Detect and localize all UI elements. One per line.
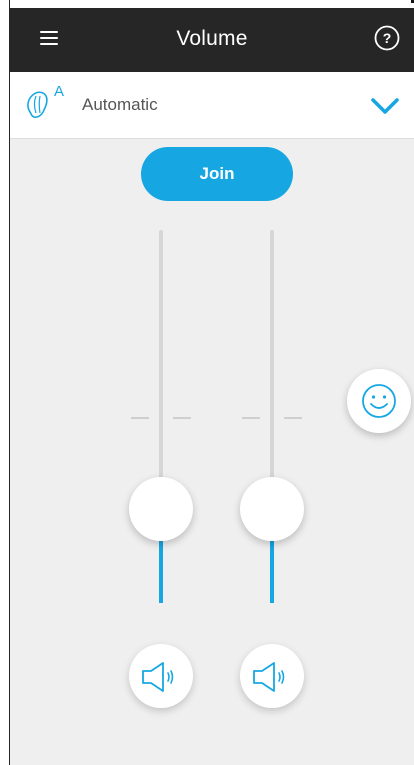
chevron-down-icon[interactable]	[370, 96, 400, 116]
volume-controls: Join	[10, 139, 414, 765]
hearing-aid-automatic-icon: A	[27, 83, 64, 118]
left-reference-dash	[173, 417, 191, 419]
program-label: Automatic	[82, 95, 158, 114]
smiley-icon	[362, 384, 396, 418]
right-reference-dash	[242, 417, 260, 419]
left-volume-track-filled	[159, 541, 163, 603]
left-reference-dash	[131, 417, 149, 419]
left-volume-knob[interactable]	[129, 477, 193, 541]
program-badge: A	[54, 83, 64, 100]
help-circle-icon[interactable]: ?	[374, 25, 400, 51]
volume-screen: Volume ? A Automatic Join	[0, 0, 414, 765]
svg-text:?: ?	[383, 30, 392, 46]
app-header: Volume ?	[10, 8, 414, 72]
join-button[interactable]: Join	[141, 147, 293, 201]
page-title: Volume	[176, 27, 248, 50]
program-selector[interactable]: A Automatic	[10, 72, 414, 139]
right-volume-track-filled	[270, 541, 274, 603]
speaker-icon	[253, 662, 285, 692]
right-mute-button[interactable]	[240, 644, 304, 708]
speaker-icon	[142, 662, 174, 692]
left-mute-button[interactable]	[129, 644, 193, 708]
right-reference-dash	[284, 417, 302, 419]
right-volume-knob[interactable]	[240, 477, 304, 541]
smiley-feedback-button[interactable]	[347, 369, 411, 433]
screen-edge	[0, 0, 10, 765]
